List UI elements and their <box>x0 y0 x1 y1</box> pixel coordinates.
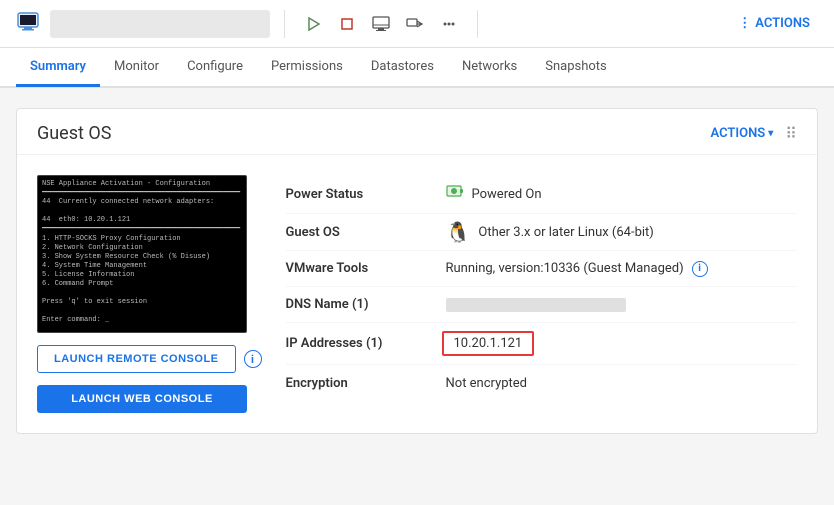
powered-on-icon <box>446 183 464 205</box>
vm-details-panel: Power Status Powered On <box>286 175 798 413</box>
card-actions-button[interactable]: ACTIONS ▾ <box>711 126 774 141</box>
power-status-row: Power Status Powered On <box>286 175 798 214</box>
tab-monitor[interactable]: Monitor <box>100 49 173 87</box>
linux-penguin-icon: 🐧 <box>446 222 471 242</box>
vm-screenshot-panel: NSE Appliance Activation - Configuration… <box>37 175 262 413</box>
guest-os-row: Guest OS 🐧 Other 3.x or later Linux (64-… <box>286 214 798 251</box>
remote-console-info-icon[interactable]: i <box>244 350 262 368</box>
vmware-tools-label: VMware Tools <box>286 261 446 276</box>
guest-os-value: 🐧 Other 3.x or later Linux (64-bit) <box>446 222 654 242</box>
launch-web-console-button[interactable]: LAUNCH WEB CONSOLE <box>37 385 247 413</box>
card-body: NSE Appliance Activation - Configuration… <box>17 155 817 433</box>
migrate-button[interactable] <box>401 10 429 38</box>
tab-datastores[interactable]: Datastores <box>357 49 448 87</box>
guest-os-card: Guest OS ACTIONS ▾ ⠿ NSE Appliance Activ… <box>16 108 818 434</box>
card-header: Guest OS ACTIONS ▾ ⠿ <box>17 109 817 155</box>
vmware-tools-info-icon[interactable]: i <box>692 261 708 277</box>
ip-address-text: 10.20.1.121 <box>454 336 523 351</box>
actions-dropdown-button[interactable]: ⋮ ACTIONS <box>730 12 818 35</box>
encryption-value: Not encrypted <box>446 376 528 391</box>
vm-name-bar <box>50 10 270 38</box>
card-title: Guest OS <box>37 123 111 144</box>
card-actions-label: ACTIONS <box>711 126 766 141</box>
more-options-button[interactable] <box>435 10 463 38</box>
tab-networks[interactable]: Networks <box>448 49 531 87</box>
encryption-row: Encryption Not encrypted <box>286 365 798 401</box>
actions-dots-icon: ⋮ <box>738 16 751 31</box>
navigation-tabs: Summary Monitor Configure Permissions Da… <box>0 48 834 88</box>
ip-addresses-value: 10.20.1.121 <box>442 331 535 356</box>
power-off-button[interactable] <box>333 10 361 38</box>
tab-configure[interactable]: Configure <box>173 49 257 87</box>
toolbar-icons <box>299 10 463 38</box>
guest-os-text: Other 3.x or later Linux (64-bit) <box>478 225 653 240</box>
tab-snapshots[interactable]: Snapshots <box>531 49 621 87</box>
grid-layout-icon[interactable]: ⠿ <box>785 124 797 143</box>
encryption-label: Encryption <box>286 376 446 391</box>
card-header-right: ACTIONS ▾ ⠿ <box>711 124 797 143</box>
tab-permissions[interactable]: Permissions <box>257 49 357 87</box>
dns-name-redacted <box>446 298 626 312</box>
launch-remote-console-button[interactable]: LAUNCH REMOTE CONSOLE <box>37 345 236 373</box>
power-on-button[interactable] <box>299 10 327 38</box>
console-buttons-row: LAUNCH REMOTE CONSOLE i <box>37 345 262 373</box>
dns-name-value <box>446 298 626 312</box>
tab-summary[interactable]: Summary <box>16 49 100 87</box>
dns-name-label: DNS Name (1) <box>286 297 446 312</box>
vmware-tools-value: Running, version:10336 (Guest Managed) i <box>446 261 708 277</box>
toolbar-separator <box>284 10 285 38</box>
ip-addresses-row: IP Addresses (1) 10.20.1.121 <box>286 323 798 365</box>
encryption-text: Not encrypted <box>446 376 528 391</box>
vm-icon <box>16 9 40 38</box>
toolbar-separator-2 <box>477 10 478 38</box>
vm-terminal-screenshot: NSE Appliance Activation - Configuration… <box>37 175 247 333</box>
main-content: Guest OS ACTIONS ▾ ⠿ NSE Appliance Activ… <box>0 88 834 505</box>
console-button[interactable] <box>367 10 395 38</box>
ip-addresses-label: IP Addresses (1) <box>286 336 446 351</box>
chevron-down-icon: ▾ <box>768 128 773 139</box>
info-icon: i <box>251 353 254 366</box>
toolbar: ⋮ ACTIONS <box>0 0 834 48</box>
guest-os-label: Guest OS <box>286 225 446 240</box>
power-status-value: Powered On <box>446 183 542 205</box>
vmware-tools-text: Running, version:10336 (Guest Managed) <box>446 261 684 276</box>
power-status-label: Power Status <box>286 187 446 202</box>
power-status-text: Powered On <box>472 187 542 202</box>
vmware-tools-row: VMware Tools Running, version:10336 (Gue… <box>286 251 798 287</box>
dns-name-row: DNS Name (1) <box>286 287 798 323</box>
actions-label: ACTIONS <box>755 16 810 31</box>
